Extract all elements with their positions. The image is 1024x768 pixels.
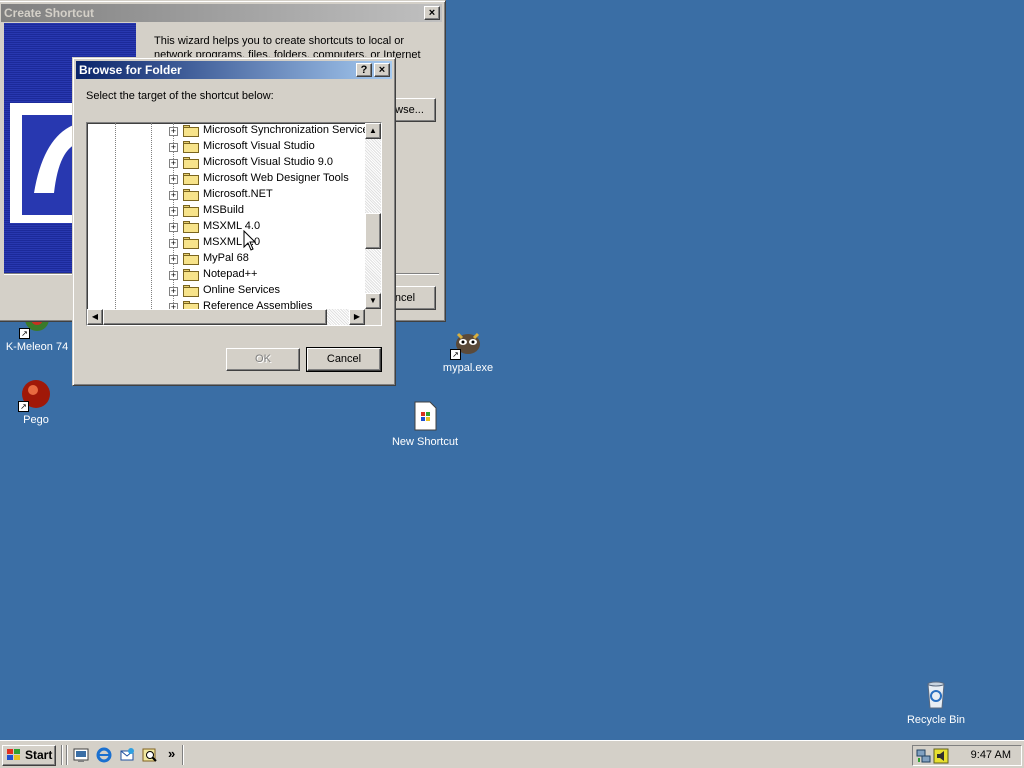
desktop-icon-label: Recycle Bin: [906, 714, 966, 726]
vertical-scrollbar[interactable]: ▲ ▼: [365, 123, 381, 309]
folder-icon: [183, 284, 199, 297]
horizontal-scrollbar[interactable]: ◀ ▶: [87, 309, 365, 325]
expand-icon[interactable]: +: [169, 191, 178, 200]
network-icon[interactable]: [916, 748, 932, 764]
tree-item[interactable]: + Microsoft Visual Studio: [87, 139, 367, 155]
show-desktop-icon[interactable]: [73, 747, 89, 763]
scroll-up-button[interactable]: ▲: [365, 123, 381, 139]
internet-explorer-icon[interactable]: [96, 747, 112, 763]
taskbar: Start » 9:47 AM: [0, 740, 1024, 768]
taskbar-separator: [182, 745, 184, 765]
cancel-button[interactable]: Cancel: [306, 347, 382, 372]
desktop-icon-recycle-bin[interactable]: Recycle Bin: [896, 678, 976, 726]
tree-item[interactable]: + Microsoft Web Designer Tools: [87, 171, 367, 187]
taskbar-separator: [66, 745, 68, 765]
windows-logo-icon: [7, 749, 21, 761]
mouse-cursor-icon: [243, 230, 257, 251]
desktop-icon-mypal[interactable]: ↗ mypal.exe: [428, 326, 508, 374]
tree-item[interactable]: + Microsoft Visual Studio 9.0: [87, 155, 367, 171]
scrollbar-corner: [365, 309, 381, 325]
desktop-icon-label: Pego: [23, 414, 49, 426]
folder-icon: [183, 156, 199, 169]
folder-icon: [183, 220, 199, 233]
tree-item[interactable]: + MSXML 4.0: [87, 219, 367, 235]
tree-item-label: Microsoft Synchronization Services: [203, 124, 375, 136]
clock[interactable]: 9:47 AM: [971, 749, 1011, 761]
expand-icon[interactable]: +: [169, 271, 178, 280]
expand-icon[interactable]: +: [169, 255, 178, 264]
expand-icon[interactable]: +: [169, 127, 178, 136]
dialog-title: Browse for Folder: [79, 63, 182, 77]
expand-icon[interactable]: +: [169, 143, 178, 152]
desktop-icon-label: K-Meleon 74: [5, 341, 69, 353]
folder-icon: [183, 204, 199, 217]
start-button[interactable]: Start: [2, 745, 56, 766]
expand-icon[interactable]: +: [169, 223, 178, 232]
expand-icon[interactable]: +: [169, 159, 178, 168]
folder-tree[interactable]: + Microsoft Synchronization Services + Mic…: [86, 122, 382, 326]
desktop-icon-label: New Shortcut: [391, 436, 459, 448]
tree-item[interactable]: + Online Services: [87, 283, 367, 299]
outlook-express-icon[interactable]: [119, 747, 135, 763]
browse-prompt: Select the target of the shortcut below:: [86, 90, 274, 102]
close-button[interactable]: ×: [374, 63, 390, 77]
tree-item[interactable]: + MyPal 68: [87, 251, 367, 267]
desktop-icon-new-shortcut[interactable]: New Shortcut: [385, 400, 465, 448]
pego-icon: ↗: [18, 378, 52, 412]
shortcut-arrow-icon: ↗: [450, 349, 461, 360]
quick-launch-chevron[interactable]: »: [168, 746, 175, 761]
volume-icon[interactable]: [933, 748, 949, 764]
window-title: Create Shortcut: [4, 6, 95, 20]
shortcut-file-icon: [409, 400, 441, 432]
browse-folder-titlebar[interactable]: Browse for Folder ? ×: [76, 61, 392, 79]
folder-icon: [183, 140, 199, 153]
expand-icon[interactable]: +: [169, 239, 178, 248]
recycle-bin-icon: [920, 678, 952, 710]
expand-icon[interactable]: +: [169, 175, 178, 184]
folder-icon: [183, 268, 199, 281]
tree-item[interactable]: + MSBuild: [87, 203, 367, 219]
scroll-left-button[interactable]: ◀: [87, 309, 103, 325]
folder-icon: [183, 172, 199, 185]
taskbar-separator: [61, 745, 63, 765]
search-icon[interactable]: [142, 747, 158, 763]
tree-item-label: Notepad++: [203, 268, 258, 280]
tree-item-label: MyPal 68: [203, 252, 249, 264]
browse-for-folder-dialog: Browse for Folder ? × Select the target …: [72, 57, 396, 386]
shortcut-arrow-icon: ↗: [18, 401, 29, 412]
tree-item[interactable]: + MSXML 6.0: [87, 235, 367, 251]
folder-icon: [183, 188, 199, 201]
folder-icon: [183, 124, 199, 137]
tree-item-label: Microsoft.NET: [203, 188, 273, 200]
system-tray: 9:47 AM: [912, 745, 1022, 766]
tree-item-label: Microsoft Visual Studio 9.0: [203, 156, 334, 168]
desktop-icon-pego[interactable]: ↗ Pego: [0, 378, 76, 426]
desktop-icon-label: mypal.exe: [442, 362, 494, 374]
folder-icon: [183, 252, 199, 265]
tree-item-label: MSBuild: [203, 204, 244, 216]
tree-item[interactable]: + Microsoft Synchronization Services: [87, 123, 374, 139]
close-button[interactable]: ×: [424, 6, 440, 20]
tree-item-label: Microsoft Visual Studio: [203, 140, 315, 152]
shortcut-arrow-icon: ↗: [19, 328, 30, 339]
expand-icon[interactable]: +: [169, 207, 178, 216]
folder-icon: [183, 236, 199, 249]
vertical-scroll-thumb[interactable]: [365, 213, 381, 249]
scroll-down-button[interactable]: ▼: [365, 293, 381, 309]
mypal-icon: ↗: [450, 326, 484, 360]
horizontal-scroll-thumb[interactable]: [103, 309, 327, 325]
tree-item-label: Online Services: [203, 284, 281, 296]
create-shortcut-titlebar[interactable]: Create Shortcut ×: [1, 4, 442, 22]
ok-button[interactable]: OK: [226, 348, 300, 371]
expand-icon[interactable]: +: [169, 287, 178, 296]
tree-item[interactable]: + Microsoft.NET: [87, 187, 367, 203]
tree-item-label: Microsoft Web Designer Tools: [203, 172, 349, 184]
scroll-right-button[interactable]: ▶: [349, 309, 365, 325]
tree-item[interactable]: + Notepad++: [87, 267, 367, 283]
help-button[interactable]: ?: [356, 63, 372, 77]
